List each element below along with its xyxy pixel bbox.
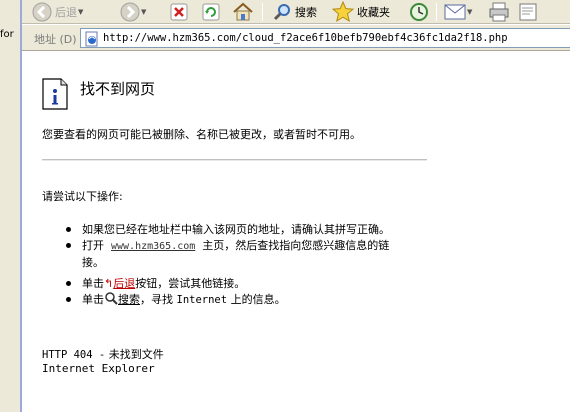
list-item-end: 上的信息。 [230, 293, 286, 306]
divider [42, 159, 427, 161]
favorites-button[interactable]: 收藏夹 [332, 1, 390, 23]
back-button[interactable]: 后退 ▼ [32, 1, 83, 23]
toolbar-separator [262, 3, 263, 21]
back-dropdown-icon[interactable]: ▼ [78, 8, 83, 16]
left-strip-text: for [0, 29, 14, 40]
left-frame-strip: for [0, 0, 22, 412]
stop-icon [170, 3, 188, 21]
browser-toolbar: 后退 ▼ ▼ 搜索 收藏夹 ▼ [22, 0, 570, 24]
mail-button[interactable]: ▼ [444, 1, 472, 23]
favorites-label: 收藏夹 [357, 6, 390, 19]
info-icon [42, 78, 68, 110]
edit-button[interactable] [518, 1, 540, 23]
refresh-icon [202, 3, 220, 21]
home-button[interactable] [232, 1, 254, 23]
homepage-link[interactable]: www.hzm365.com [111, 241, 195, 252]
search-small-icon [105, 292, 118, 305]
list-item-text: 单击 搜索，寻找 Internet 上的信息。 [82, 292, 286, 308]
refresh-button[interactable] [202, 1, 220, 23]
print-button[interactable] [488, 1, 510, 23]
page-icon [85, 31, 98, 47]
error-description: 您要查看的网页可能已被删除、名称已被更改，或者暂时不可用。 [42, 128, 361, 141]
http-error-code: HTTP 404 - 未找到文件 [42, 346, 164, 362]
toolbar-separator [436, 3, 437, 21]
back-label: 后退 [55, 6, 77, 19]
list-item-suffix: ，寻找 [140, 293, 173, 306]
print-icon [489, 2, 509, 22]
list-item-text: 如果您已经在地址栏中输入该网页的地址，请确认其拼写正确。 [82, 223, 390, 236]
list-item-prefix: 单击 [82, 293, 104, 306]
back-small-icon: ↰ [104, 277, 114, 290]
bullet-icon [66, 227, 71, 232]
http-error-text: 未找到文件 [108, 348, 164, 361]
left-strip-edge [20, 0, 22, 412]
search-button[interactable]: 搜索 [272, 1, 317, 23]
search-icon [273, 4, 290, 21]
search-link[interactable]: 搜索 [118, 293, 140, 306]
forward-dropdown-icon[interactable]: ▼ [141, 8, 146, 16]
list-item-continuation: 接。 [82, 256, 104, 269]
page-title: 找不到网页 [80, 80, 156, 98]
address-label: 地址 (D) [34, 33, 77, 46]
back-link[interactable]: 后退 [113, 277, 135, 290]
forward-button[interactable]: ▼ [120, 1, 146, 23]
history-button[interactable] [408, 1, 430, 23]
bullet-icon [66, 243, 71, 248]
list-item-suffix: 按钮，尝试其他链接。 [135, 277, 246, 290]
bullet-icon [66, 297, 71, 302]
internet-word: Internet [176, 294, 228, 306]
browser-name: Internet Explorer [42, 362, 155, 375]
http-error-prefix: HTTP 404 - [42, 349, 106, 361]
address-url: http://www.hzm365.com/cloud_f2ace6f10bef… [103, 32, 508, 44]
list-item-text: 单击↰后退按钮，尝试其他链接。 [82, 276, 245, 292]
address-input[interactable]: http://www.hzm365.com/cloud_f2ace6f10bef… [80, 28, 570, 48]
address-bar: 地址 (D) http://www.hzm365.com/cloud_f2ace… [22, 25, 570, 51]
list-item-text: 打开 www.hzm365.com 主页，然后查找指向您感兴趣信息的链 接。 [82, 238, 389, 271]
history-icon [410, 3, 428, 21]
bullet-icon [66, 281, 71, 286]
forward-arrow-icon [120, 2, 140, 22]
back-arrow-icon [32, 2, 52, 22]
error-page: 找不到网页 您要查看的网页可能已被删除、名称已被更改，或者暂时不可用。 请尝试以… [24, 52, 570, 412]
try-heading: 请尝试以下操作: [42, 190, 123, 203]
mail-dropdown-icon[interactable]: ▼ [467, 8, 472, 16]
list-item-prefix: 单击 [82, 277, 104, 290]
list-item-prefix: 打开 [82, 239, 104, 252]
stop-button[interactable] [170, 1, 188, 23]
mail-icon [444, 4, 466, 20]
favorites-star-icon [332, 1, 354, 23]
home-icon [233, 2, 253, 21]
list-item-suffix: 主页，然后查找指向您感兴趣信息的链 [202, 239, 390, 252]
search-label: 搜索 [295, 6, 317, 19]
edit-icon [519, 3, 537, 21]
